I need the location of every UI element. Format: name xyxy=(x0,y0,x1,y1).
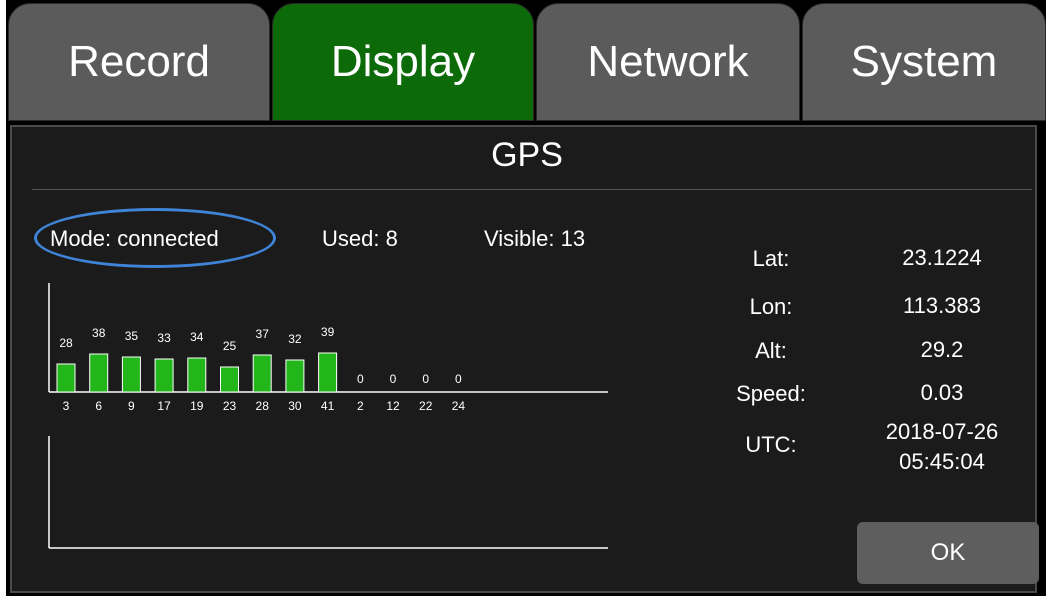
satellite-id-label: 30 xyxy=(288,399,302,413)
signal-value-label: 0 xyxy=(390,372,397,386)
satellite-id-label: 22 xyxy=(419,399,433,413)
satellite-id-label: 41 xyxy=(321,399,335,413)
utc-time-value: 05:45:04 xyxy=(899,449,985,474)
satellite-id-label: 3 xyxy=(63,399,70,413)
satellite-id-label: 9 xyxy=(128,399,135,413)
signal-bar-41 xyxy=(318,352,338,393)
signal-value-label: 0 xyxy=(422,372,429,386)
signal-bar-9 xyxy=(121,356,141,393)
satellite-id-label: 2 xyxy=(357,399,364,413)
signal-value-label: 33 xyxy=(157,331,171,345)
latitude-value: 23.1224 xyxy=(902,245,982,270)
speed-label: Speed: xyxy=(736,381,806,406)
signal-bar-6 xyxy=(89,353,109,393)
signal-value-label: 32 xyxy=(288,332,302,346)
signal-value-label: 34 xyxy=(190,330,204,344)
altitude-label: Alt: xyxy=(755,338,787,363)
utc-date-value: 2018-07-26 xyxy=(885,419,999,444)
signal-value-label: 0 xyxy=(357,372,364,386)
tab-system[interactable]: System xyxy=(802,3,1046,121)
satellite-id-label: 23 xyxy=(223,399,237,413)
signal-value-label: 35 xyxy=(125,329,139,343)
signal-value-label: 25 xyxy=(223,339,237,353)
signal-value-label: 39 xyxy=(321,325,335,339)
signal-bar-17 xyxy=(154,358,174,393)
ok-button[interactable]: OK xyxy=(857,522,1039,584)
latitude-label: Lat: xyxy=(752,246,790,271)
longitude-value: 113.383 xyxy=(903,293,981,318)
signal-bar-3 xyxy=(56,363,76,393)
satellite-signal-chart: 28 3 38 6 35 9 33 17 34 19 25 23 37 28 32 30 39 41 0 2 0 12 0 2… xyxy=(48,283,608,549)
satellite-id-label: 19 xyxy=(190,399,204,413)
signal-value-label: 28 xyxy=(59,336,73,350)
signal-bar-19 xyxy=(187,357,207,393)
utc-label: UTC: xyxy=(745,432,797,457)
satellite-id-label: 17 xyxy=(157,399,171,413)
signal-bar-30 xyxy=(285,359,305,393)
speed-value: 0.03 xyxy=(920,380,964,405)
signal-bar-23 xyxy=(220,366,239,393)
satellite-id-label: 12 xyxy=(386,399,400,413)
signal-value-label: 38 xyxy=(92,326,106,340)
satellite-id-label: 28 xyxy=(256,399,270,413)
longitude-label: Lon: xyxy=(749,294,793,319)
altitude-value: 29.2 xyxy=(920,337,964,362)
satellite-id-label: 24 xyxy=(452,399,466,413)
signal-value-label: 0 xyxy=(455,372,462,386)
satellite-id-label: 6 xyxy=(95,399,102,413)
signal-bar-28 xyxy=(252,354,272,393)
signal-value-label: 37 xyxy=(256,327,270,341)
